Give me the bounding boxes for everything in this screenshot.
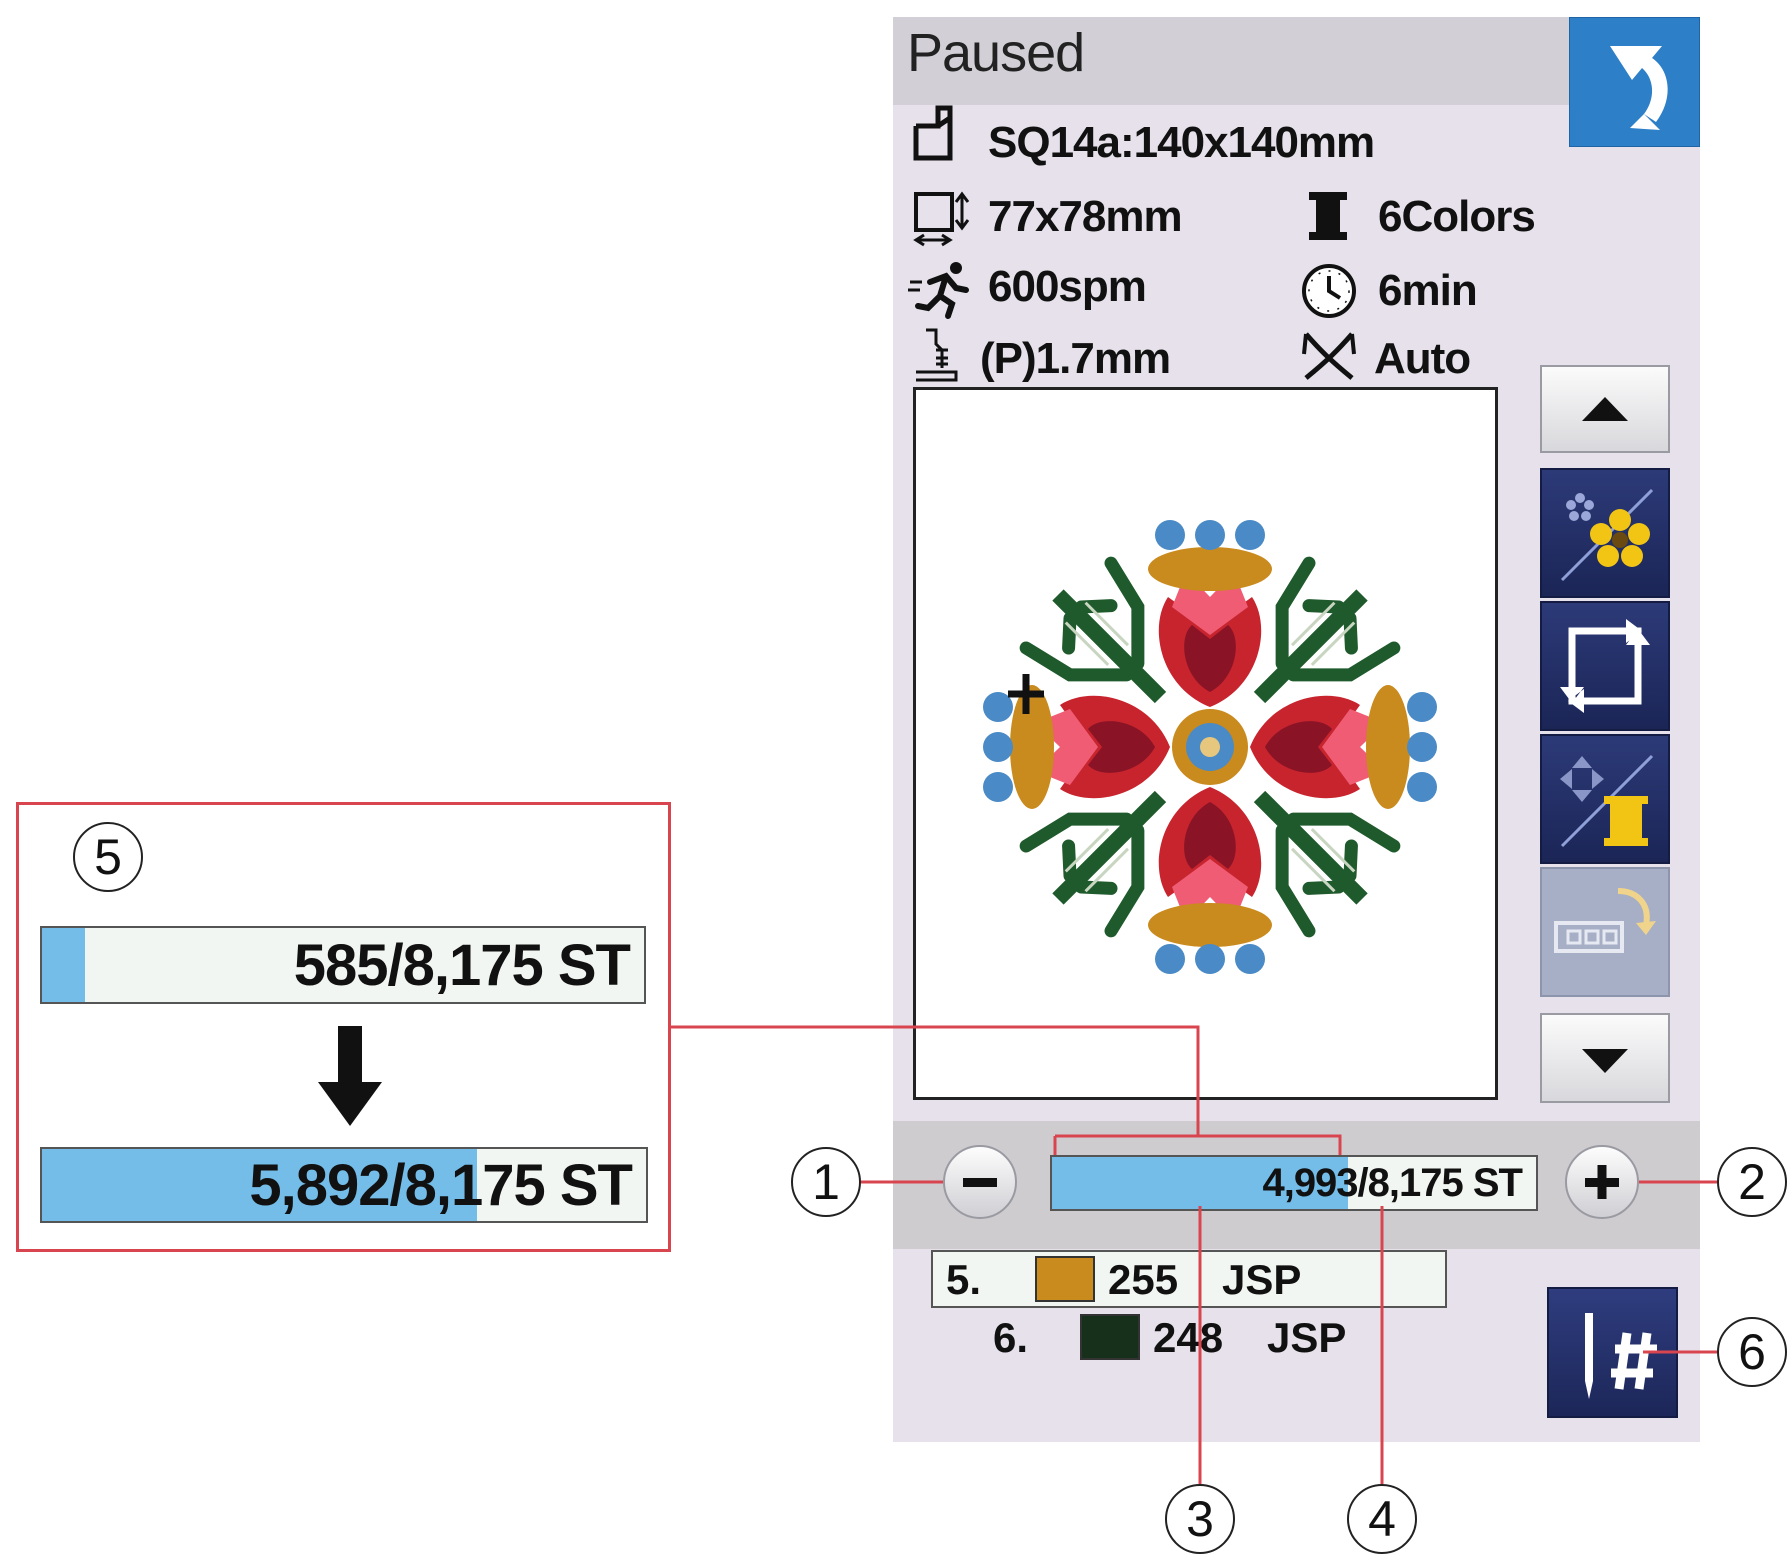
callout-number-4: 4 <box>1347 1484 1417 1554</box>
callout-number-1: 1 <box>791 1147 861 1217</box>
callout-number-6: 6 <box>1717 1317 1787 1387</box>
annotation-leader-lines <box>671 1025 1717 1484</box>
callout-number-3: 3 <box>1165 1484 1235 1554</box>
callout-number-5: 5 <box>73 822 143 892</box>
callout-number-2: 2 <box>1717 1147 1787 1217</box>
